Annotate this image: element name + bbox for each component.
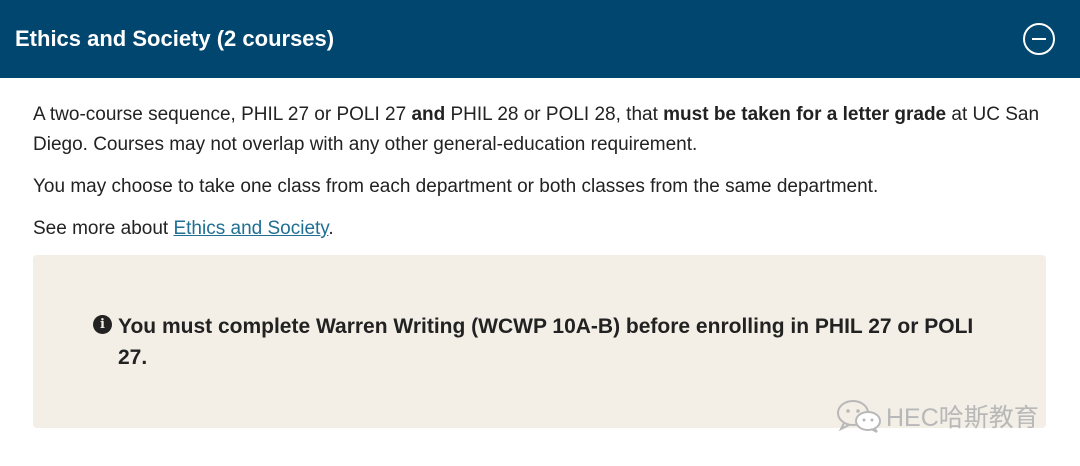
accordion-header[interactable]: Ethics and Society (2 courses) xyxy=(0,0,1080,78)
ethics-and-society-link[interactable]: Ethics and Society xyxy=(173,218,328,239)
department-choice-text: You may choose to take one class from ea… xyxy=(33,176,879,197)
accordion-content: A two-course sequence, PHIL 27 or POLI 2… xyxy=(33,100,1048,244)
minus-circle-icon[interactable] xyxy=(1023,23,1055,55)
accordion-title: Ethics and Society (2 courses) xyxy=(15,26,335,51)
notice-text: You must complete Warren Writing (WCWP 1… xyxy=(118,315,974,369)
requirement-description: A two-course sequence, PHIL 27 or POLI 2… xyxy=(33,104,1040,155)
watermark-text: HEC哈斯教育 xyxy=(886,404,1039,432)
watermark: HEC哈斯教育 xyxy=(836,398,1039,434)
info-icon: i xyxy=(93,315,112,334)
see-more-text: See more about Ethics and Society. xyxy=(33,218,334,239)
wechat-icon xyxy=(837,400,881,433)
